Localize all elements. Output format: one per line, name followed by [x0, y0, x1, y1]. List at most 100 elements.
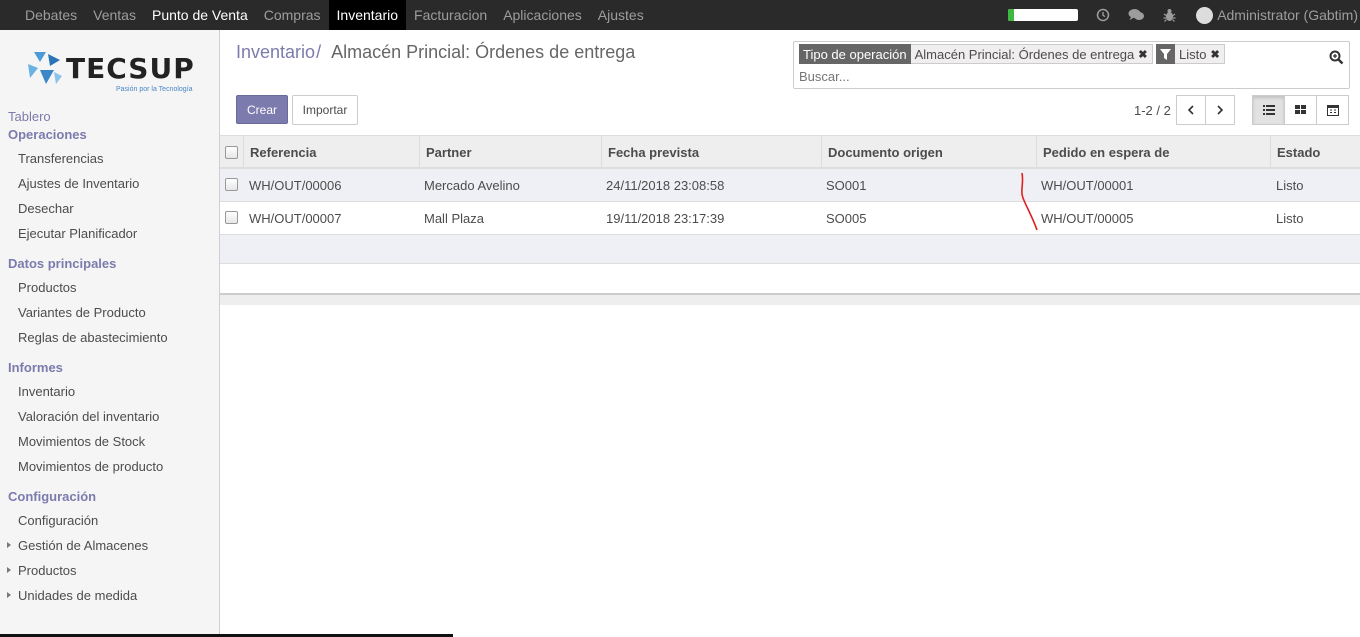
- cell-pedido: WH/OUT/00001: [1041, 177, 1134, 193]
- remove-facet-icon[interactable]: ✖: [1138, 48, 1147, 61]
- menu-ajustes[interactable]: Ajustes: [590, 0, 652, 30]
- cell-partner: Mall Plaza: [424, 210, 484, 226]
- remove-facet-icon[interactable]: ✖: [1210, 48, 1219, 61]
- app-menu: Debates Ventas Punto de Venta Compras In…: [0, 0, 652, 30]
- column-referencia[interactable]: Referencia: [243, 136, 419, 168]
- table-row[interactable]: WH/OUT/00007 Mall Plaza 19/11/2018 23:17…: [220, 202, 1360, 235]
- menu-punto-de-venta[interactable]: Punto de Venta: [144, 0, 256, 30]
- sidebar-item-config-productos[interactable]: Productos: [18, 563, 77, 578]
- menu-facturacion[interactable]: Facturacion: [406, 0, 495, 30]
- calendar-view-button[interactable]: [1316, 95, 1349, 125]
- company-logo[interactable]: TECSUP Pasión por la Tecnología: [24, 46, 196, 96]
- bug-icon[interactable]: [1163, 8, 1176, 22]
- menu-debates[interactable]: Debates: [17, 0, 85, 30]
- row-checkbox[interactable]: [225, 178, 238, 191]
- avatar[interactable]: [1196, 6, 1214, 24]
- table-footer: [220, 293, 1360, 305]
- sidebar-section-configuracion: Configuración: [8, 489, 97, 504]
- search-input[interactable]: [799, 69, 1299, 84]
- caret-right-icon: [7, 567, 11, 573]
- sidebar-item-desechar[interactable]: Desechar: [18, 201, 74, 216]
- menu-compras[interactable]: Compras: [256, 0, 329, 30]
- facet-filter: Listo ✖: [1156, 44, 1225, 64]
- column-pedido-espera[interactable]: Pedido en espera de: [1036, 136, 1270, 168]
- column-documento-origen[interactable]: Documento origen: [821, 136, 1036, 168]
- sidebar-item-ejecutar-planificador[interactable]: Ejecutar Planificador: [18, 226, 137, 241]
- top-navbar: Debates Ventas Punto de Venta Compras In…: [0, 0, 1360, 30]
- progress-bar: [1008, 9, 1079, 21]
- pager-previous-button[interactable]: [1176, 95, 1206, 125]
- sidebar-item-inventario[interactable]: Inventario: [18, 384, 75, 399]
- sidebar-item-configuracion[interactable]: Configuración: [18, 513, 98, 528]
- column-estado[interactable]: Estado: [1270, 136, 1360, 168]
- cell-documento: SO005: [826, 210, 867, 226]
- sidebar-section-operaciones: Operaciones: [8, 127, 87, 142]
- facet-operation-type: Tipo de operación Almacén Princial: Órde…: [799, 44, 1153, 64]
- search-icon[interactable]: [1329, 50, 1344, 68]
- sidebar-item-transferencias[interactable]: Transferencias: [18, 151, 104, 166]
- cell-estado: Listo: [1276, 177, 1304, 193]
- page-title: Almacén Princial: Órdenes de entrega: [331, 42, 636, 62]
- kanban-view-button[interactable]: [1284, 95, 1317, 125]
- sidebar-item-movimientos-stock[interactable]: Movimientos de Stock: [18, 434, 145, 449]
- chevron-right-icon: [1217, 105, 1224, 115]
- sidebar-item-reglas[interactable]: Reglas de abastecimiento: [18, 330, 168, 345]
- facet-label: Tipo de operación: [799, 44, 911, 64]
- cell-fecha: 24/11/2018 23:08:58: [606, 177, 725, 193]
- cell-documento: SO001: [826, 177, 867, 193]
- search-box[interactable]: Tipo de operación Almacén Princial: Órde…: [793, 41, 1350, 89]
- breadcrumb-parent[interactable]: Inventario: [236, 42, 315, 62]
- logo-tagline: Pasión por la Tecnología: [116, 86, 193, 93]
- logo-brand: TECSUP: [66, 52, 195, 85]
- sidebar-item-variantes[interactable]: Variantes de Producto: [18, 305, 146, 320]
- calendar-icon: [1326, 105, 1339, 116]
- column-fecha-prevista[interactable]: Fecha prevista: [601, 136, 821, 168]
- logo-icon: [28, 52, 62, 84]
- facet-value: Almacén Princial: Órdenes de entrega ✖: [910, 44, 1153, 64]
- kanban-icon: [1295, 105, 1306, 114]
- empty-row: [220, 235, 1360, 264]
- user-menu[interactable]: Administrator (Gabtim): [1217, 7, 1358, 23]
- list-view-button[interactable]: [1252, 95, 1285, 125]
- select-all-checkbox[interactable]: [225, 146, 238, 159]
- chat-icon[interactable]: [1128, 8, 1145, 22]
- clock-icon[interactable]: [1096, 8, 1110, 22]
- sidebar-item-valoracion[interactable]: Valoración del inventario: [18, 409, 159, 424]
- chevron-left-icon: [1187, 105, 1194, 115]
- sidebar-item-ajustes-inventario[interactable]: Ajustes de Inventario: [18, 176, 139, 191]
- cell-referencia: WH/OUT/00006: [249, 177, 342, 193]
- caret-right-icon: [7, 542, 11, 548]
- progress-fill: [1008, 9, 1014, 21]
- sidebar-tablero[interactable]: Tablero: [8, 109, 51, 124]
- sidebar-item-gestion-almacenes[interactable]: Gestión de Almacenes: [18, 538, 148, 553]
- sidebar: TECSUP Pasión por la Tecnología Tablero …: [0, 30, 220, 637]
- pager-value[interactable]: 1-2 / 2: [1134, 103, 1171, 118]
- filter-icon: [1156, 44, 1175, 64]
- sidebar-section-datos: Datos principales: [8, 256, 117, 271]
- sidebar-item-productos[interactable]: Productos: [18, 280, 77, 295]
- menu-aplicaciones[interactable]: Aplicaciones: [495, 0, 590, 30]
- column-partner[interactable]: Partner: [419, 136, 601, 168]
- breadcrumb-separator: /: [316, 42, 322, 62]
- breadcrumb: Inventario/ Almacén Princial: Órdenes de…: [236, 42, 635, 63]
- facet-value: Listo ✖: [1175, 44, 1225, 64]
- caret-right-icon: [7, 592, 11, 598]
- cell-partner: Mercado Avelino: [424, 177, 520, 193]
- sidebar-section-informes: Informes: [8, 360, 63, 375]
- create-button[interactable]: Crear: [236, 95, 288, 124]
- table-row[interactable]: WH/OUT/00006 Mercado Avelino 24/11/2018 …: [220, 169, 1360, 202]
- list-icon: [1262, 105, 1275, 115]
- menu-inventario[interactable]: Inventario: [328, 0, 407, 30]
- import-button[interactable]: Importar: [292, 95, 358, 125]
- red-annotation-mark: [1021, 172, 1038, 231]
- cell-fecha: 19/11/2018 23:17:39: [606, 210, 725, 226]
- row-checkbox[interactable]: [225, 211, 238, 224]
- cell-pedido: WH/OUT/00005: [1041, 210, 1134, 226]
- pager-next-button[interactable]: [1205, 95, 1235, 125]
- table-header: Referencia Partner Fecha prevista Docume…: [220, 135, 1360, 169]
- sidebar-item-unidades-medida[interactable]: Unidades de medida: [18, 588, 137, 603]
- sidebar-item-movimientos-producto[interactable]: Movimientos de producto: [18, 459, 163, 474]
- cell-estado: Listo: [1276, 210, 1304, 226]
- cell-referencia: WH/OUT/00007: [249, 210, 342, 226]
- menu-ventas[interactable]: Ventas: [85, 0, 144, 30]
